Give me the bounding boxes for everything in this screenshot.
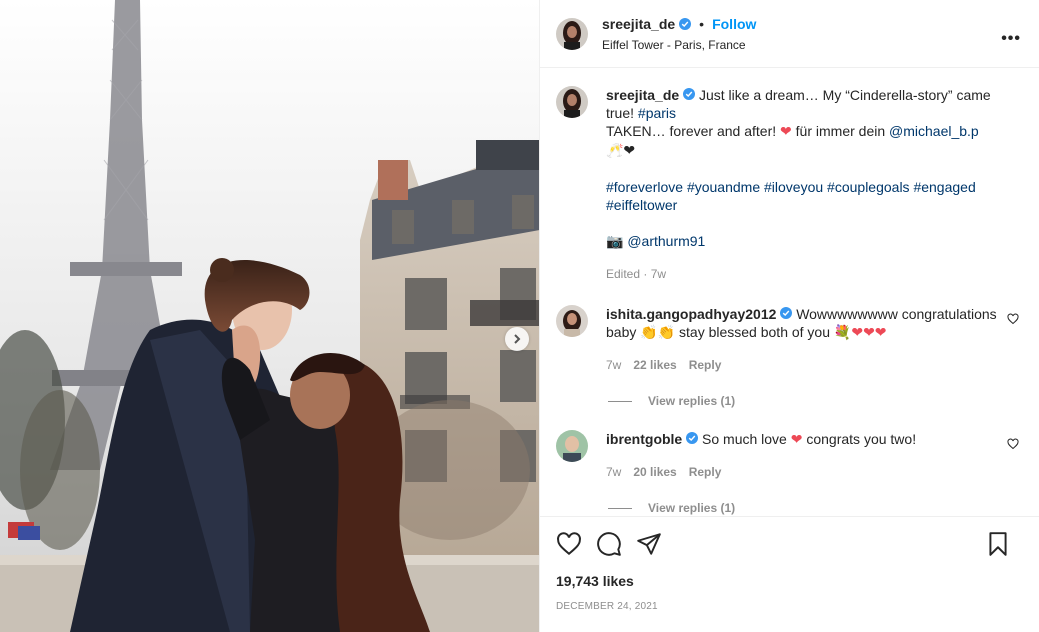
bouquet-hearts-emoji: 💐❤❤❤ <box>833 325 887 341</box>
post-header: sreejita_de • Follow Eiffel Tower - Pari… <box>540 0 1039 68</box>
commenter-username[interactable]: ishita.gangopadhyay2012 <box>606 306 776 322</box>
commenter-username[interactable]: ibrentgoble <box>606 431 682 447</box>
reply-button[interactable]: Reply <box>689 356 722 374</box>
verified-badge-icon <box>683 88 696 100</box>
verified-badge-icon <box>679 17 692 30</box>
hashtag-link[interactable]: #engaged <box>913 179 975 195</box>
comment-likes[interactable]: 20 likes <box>633 463 676 481</box>
mention-link[interactable]: @michael_b.p <box>889 123 979 139</box>
commenter-avatar[interactable] <box>556 305 588 337</box>
like-comment-heart-icon[interactable] <box>1007 438 1019 450</box>
comment-text: So much love <box>702 431 787 447</box>
comment-likes[interactable]: 22 likes <box>633 356 676 374</box>
replies-line <box>608 507 632 509</box>
edited-timestamp: Edited · 7w <box>606 267 667 281</box>
comment-age[interactable]: 7w <box>606 356 621 374</box>
post-image[interactable] <box>0 0 539 632</box>
hashtag-link[interactable]: #youandme <box>687 179 760 195</box>
heart-icon[interactable] <box>556 531 582 557</box>
post-details-panel: sreejita_de • Follow Eiffel Tower - Pari… <box>539 0 1039 632</box>
caption-author-avatar[interactable] <box>556 86 588 118</box>
likes-count[interactable]: 19,743 likes <box>556 573 1023 589</box>
chevron-right-icon <box>514 334 521 344</box>
replies-line <box>608 400 632 402</box>
comment-icon[interactable] <box>596 531 622 557</box>
mention-link[interactable]: @arthurm91 <box>627 233 705 249</box>
post-actions: 19,743 likes DECEMBER 24, 2021 <box>540 516 1039 632</box>
caption-text: für immer dein <box>795 123 886 139</box>
comment-meta: 7w 22 likes Reply <box>606 356 999 374</box>
comment-item: ibrentgoble So much love ❤ congrats you … <box>556 430 1023 481</box>
verified-badge-icon <box>780 307 793 319</box>
bookmark-icon[interactable] <box>985 531 1011 557</box>
heart-emoji: ❤ <box>780 124 792 140</box>
commenter-avatar[interactable] <box>556 430 588 462</box>
caption: sreejita_de Just like a dream… My “Cinde… <box>556 86 1023 283</box>
heart-emoji: ❤ <box>790 432 803 448</box>
view-replies-label: View replies (1) <box>648 394 736 408</box>
hashtag-link[interactable]: #couplegoals <box>827 179 910 195</box>
view-replies-button[interactable]: View replies (1) <box>608 394 1023 408</box>
view-replies-label: View replies (1) <box>648 501 736 515</box>
location-link[interactable]: Eiffel Tower - Paris, France <box>602 38 756 52</box>
caption-meta: Edited · 7w <box>606 265 999 283</box>
separator-dot: • <box>699 15 705 32</box>
share-icon[interactable] <box>636 531 662 557</box>
reply-button[interactable]: Reply <box>689 463 722 481</box>
comment-age[interactable]: 7w <box>606 463 621 481</box>
caption-text: TAKEN… forever and after! <box>606 123 777 139</box>
couple-eiffel-photo <box>0 0 539 632</box>
camera-emoji: 📷 <box>606 234 624 250</box>
verified-badge-icon <box>686 432 699 444</box>
instagram-post: sreejita_de • Follow Eiffel Tower - Pari… <box>0 0 1039 632</box>
comments-section[interactable]: sreejita_de Just like a dream… My “Cinde… <box>540 68 1039 516</box>
hashtag-link[interactable]: #paris <box>638 105 676 121</box>
hashtag-list: #foreverlove #youandme #iloveyou #couple… <box>606 178 999 214</box>
hashtag-link[interactable]: #foreverlove <box>606 179 683 195</box>
follow-button[interactable]: Follow <box>712 16 756 32</box>
toast-heart-emoji: 🥂❤ <box>606 143 636 159</box>
post-date[interactable]: DECEMBER 24, 2021 <box>556 601 1023 612</box>
next-image-button[interactable] <box>505 327 529 351</box>
view-replies-button[interactable]: View replies (1) <box>608 501 1023 515</box>
author-avatar[interactable] <box>556 17 588 50</box>
caption-username[interactable]: sreejita_de <box>606 87 679 103</box>
more-options-icon[interactable]: ••• <box>1001 30 1021 48</box>
hashtag-link[interactable]: #eiffeltower <box>606 197 677 213</box>
like-comment-heart-icon[interactable] <box>1007 313 1019 325</box>
comment-item: ishita.gangopadhyay2012 Wowwwwwwww congr… <box>556 305 1023 374</box>
hashtag-link[interactable]: #iloveyou <box>764 179 823 195</box>
comment-meta: 7w 20 likes Reply <box>606 463 999 481</box>
comment-text: congrats you two! <box>806 431 917 447</box>
clap-emoji: 👏👏 <box>640 325 676 341</box>
comment-text: stay blessed both of you <box>679 324 831 340</box>
author-username[interactable]: sreejita_de <box>602 16 675 32</box>
